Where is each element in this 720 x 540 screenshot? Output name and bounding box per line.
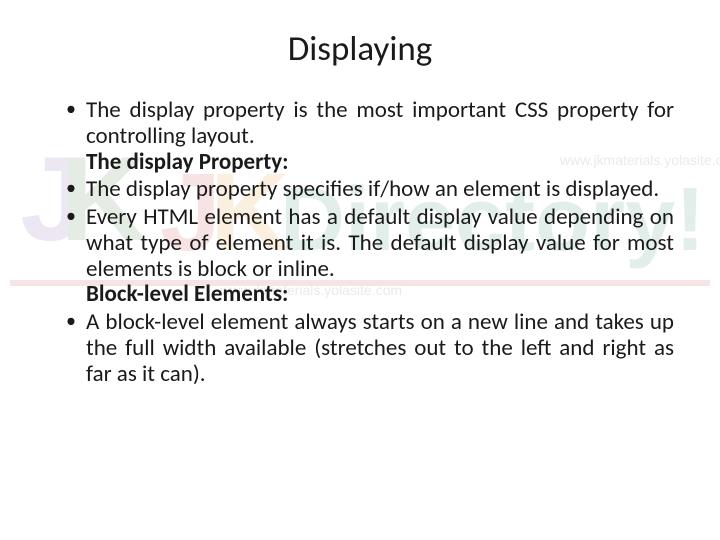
bullet-text: Every HTML element has a default display… xyxy=(86,203,674,283)
list-item: Every HTML element has a default display… xyxy=(66,205,674,308)
subheading: Block-level Elements: xyxy=(86,282,674,308)
subheading: The display Property: xyxy=(86,150,674,176)
list-item: A block-level element always starts on a… xyxy=(66,310,674,387)
bullet-text: The display property is the most importa… xyxy=(86,96,674,150)
slide-title: Displaying xyxy=(38,28,682,70)
bullet-text: A block-level element always starts on a… xyxy=(86,308,674,388)
bullet-text: The display property specifies if/how an… xyxy=(86,175,659,203)
list-item: The display property specifies if/how an… xyxy=(66,177,674,203)
list-item: The display property is the most importa… xyxy=(66,98,674,175)
bullet-list: The display property is the most importa… xyxy=(38,98,682,387)
slide: Displaying The display property is the m… xyxy=(0,0,720,540)
